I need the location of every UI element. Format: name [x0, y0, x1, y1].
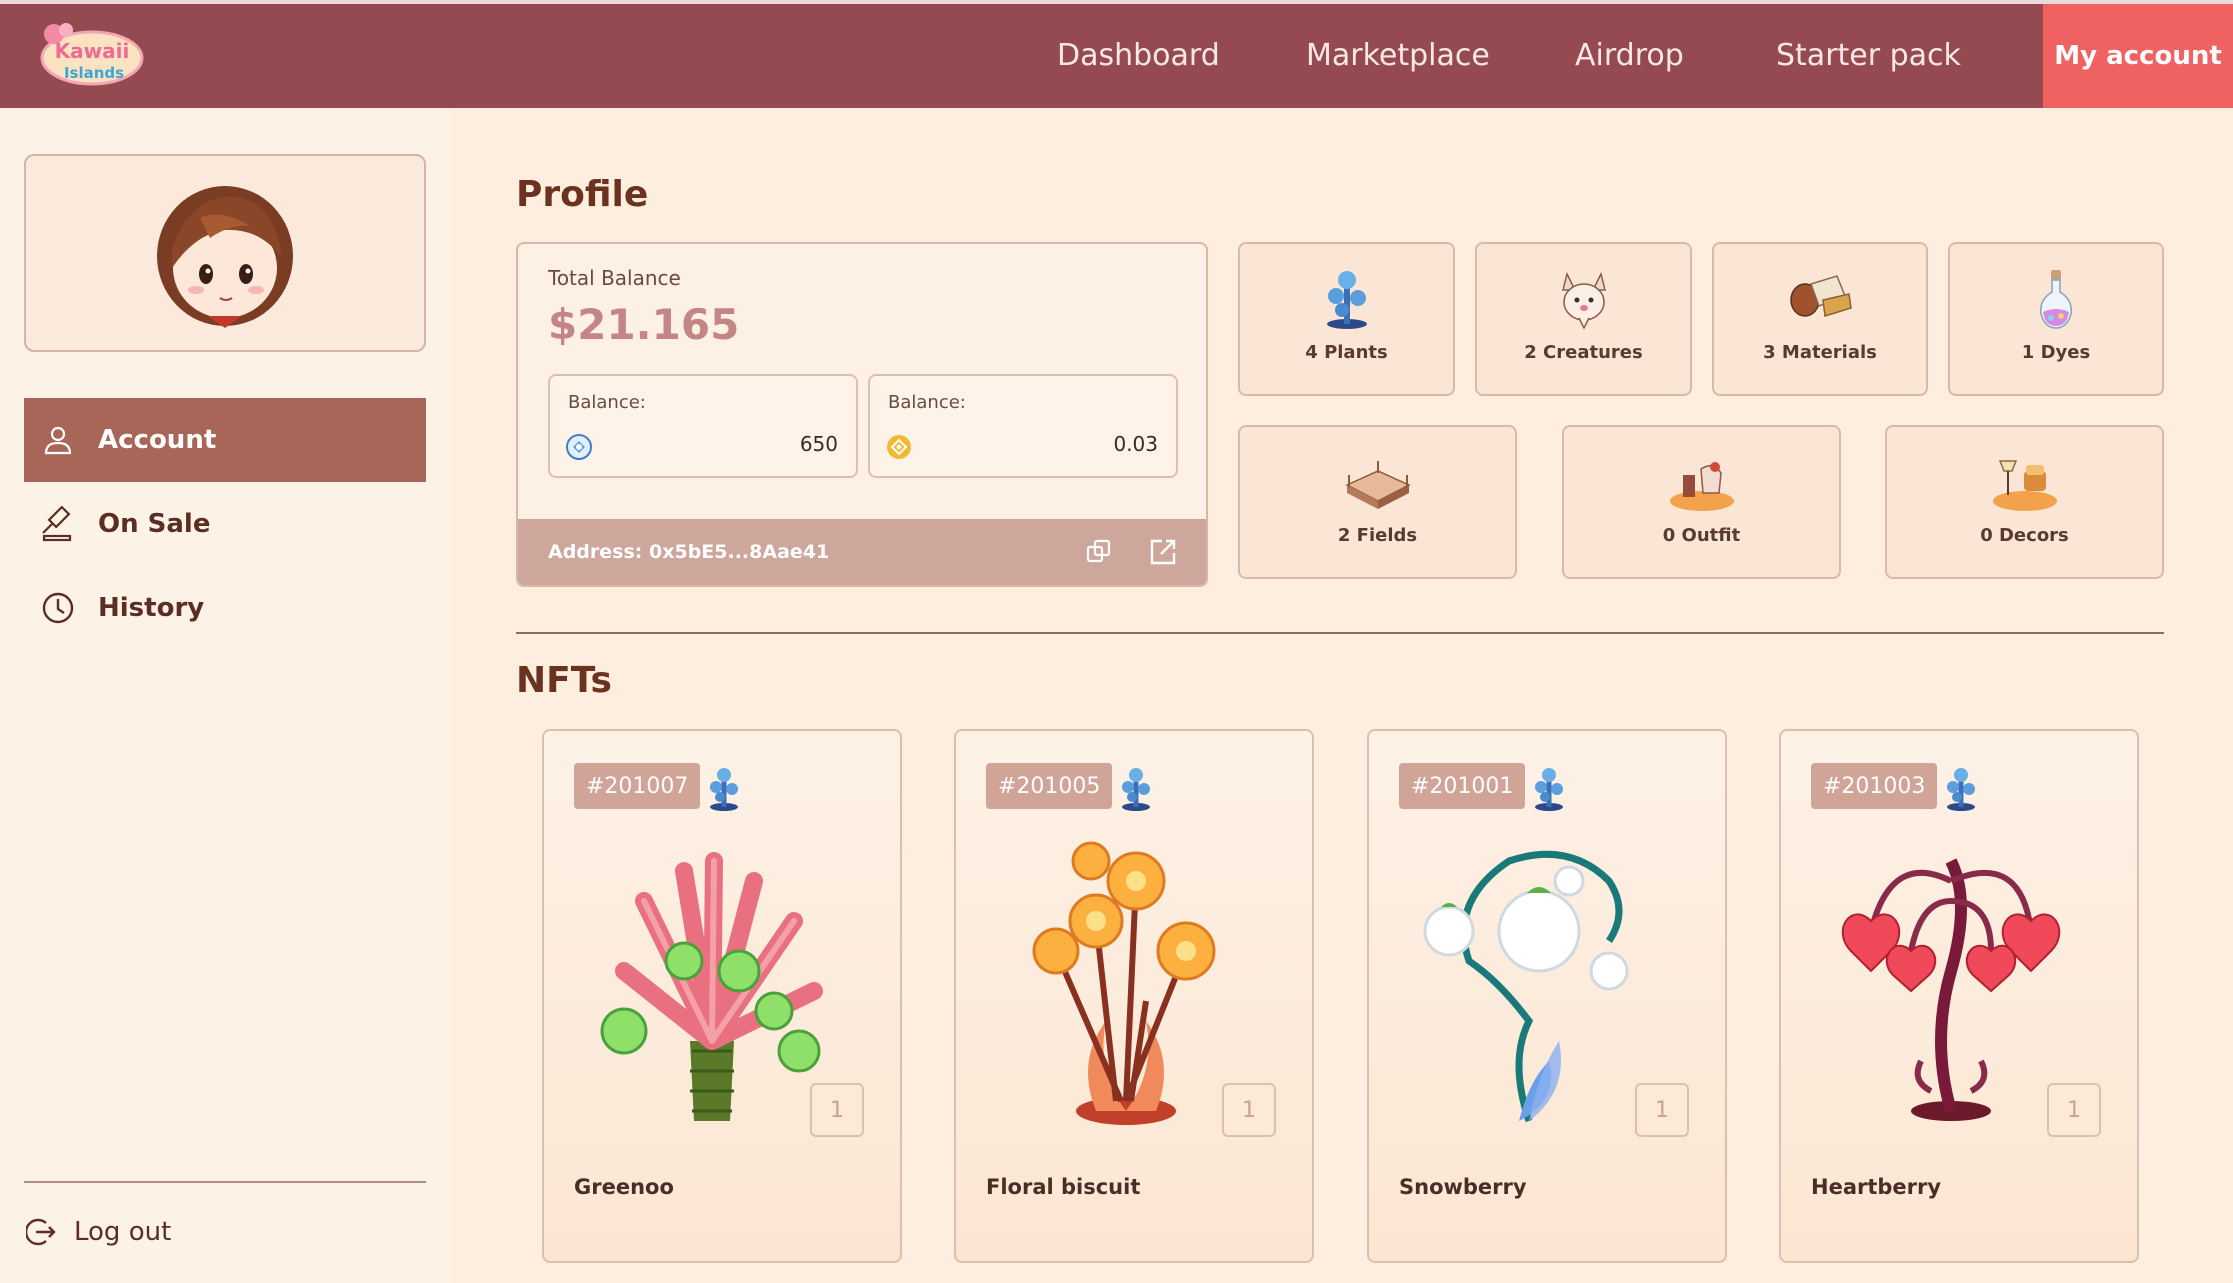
- plant-icon: [1326, 271, 1367, 329]
- sidebar: Account On Sale History Log out: [0, 108, 450, 1283]
- plant-type-icon: [1122, 768, 1150, 811]
- balance-label: Balance:: [888, 392, 966, 413]
- nfts-title: NFTs: [516, 660, 612, 701]
- nav-marketplace[interactable]: Marketplace: [1306, 38, 1490, 73]
- wallet-address: Address: 0x5bE5...8Aae41: [548, 541, 830, 563]
- nft-quantity: 1: [810, 1083, 864, 1137]
- nft-name: Greenoo: [574, 1175, 674, 1199]
- nft-name: Snowberry: [1399, 1175, 1527, 1199]
- sidebar-item-label: Account: [98, 425, 217, 455]
- creature-icon: [1561, 271, 1606, 330]
- plant-type-icon: [1535, 768, 1563, 811]
- total-balance-label: Total Balance: [548, 266, 681, 290]
- kwt-coin-icon: [566, 434, 592, 460]
- nft-name: Floral biscuit: [986, 1175, 1141, 1199]
- balance-value: 0.03: [1113, 432, 1158, 456]
- category-creatures[interactable]: 2 Creatures: [1475, 242, 1692, 396]
- category-label: 3 Materials: [1763, 342, 1877, 363]
- copy-icon[interactable]: [1084, 537, 1114, 567]
- sidebar-item-history[interactable]: History: [24, 566, 426, 650]
- balance-card: Total Balance $21.165 Balance: 650 Balan…: [516, 242, 1208, 587]
- heartberry-plant-image: [1841, 858, 2061, 1121]
- nav-dashboard[interactable]: Dashboard: [1057, 38, 1220, 73]
- logout-button[interactable]: Log out: [26, 1210, 171, 1254]
- nft-card[interactable]: #201001 1 Snowberry: [1367, 729, 1727, 1263]
- nft-quantity: 1: [1222, 1083, 1276, 1137]
- nft-id-badge: #201003: [1811, 763, 1938, 809]
- avatar: [157, 186, 293, 328]
- svg-text:Islands: Islands: [64, 64, 124, 82]
- sidebar-item-label: History: [98, 593, 205, 623]
- section-divider: [516, 632, 2164, 634]
- category-decors[interactable]: 0 Decors: [1885, 425, 2164, 579]
- address-bar: Address: 0x5bE5...8Aae41: [518, 519, 1206, 585]
- logout-label: Log out: [74, 1217, 172, 1247]
- balance-box-kwt: Balance: 650: [548, 374, 858, 478]
- outfit-icon: [1669, 462, 1734, 511]
- category-materials[interactable]: 3 Materials: [1712, 242, 1928, 396]
- nft-card[interactable]: #201007 1 Greenoo: [542, 729, 902, 1263]
- top-navigation-bar: Kawaii Islands Dashboard Marketplace Air…: [0, 0, 2233, 108]
- my-account-button[interactable]: My account: [2043, 4, 2233, 108]
- sidebar-item-on-sale[interactable]: On Sale: [24, 482, 426, 566]
- external-link-icon[interactable]: [1148, 537, 1178, 567]
- sidebar-item-label: On Sale: [98, 509, 211, 539]
- nft-name: Heartberry: [1811, 1175, 1942, 1199]
- sidebar-item-account[interactable]: Account: [24, 398, 426, 482]
- bnb-coin-icon: [887, 435, 911, 459]
- nft-id-badge: #201007: [574, 763, 701, 809]
- sidebar-divider: [24, 1181, 426, 1183]
- profile-title: Profile: [516, 174, 649, 215]
- field-icon: [1344, 461, 1411, 509]
- category-label: 2 Fields: [1337, 525, 1418, 546]
- balance-value: 650: [799, 432, 838, 456]
- nft-quantity: 1: [2047, 1083, 2101, 1137]
- nft-quantity: 1: [1635, 1083, 1689, 1137]
- category-dyes[interactable]: 1 Dyes: [1948, 242, 2164, 396]
- category-label: 1 Dyes: [2021, 342, 2091, 363]
- nav-starter-pack[interactable]: Starter pack: [1776, 38, 1961, 73]
- svg-text:Kawaii: Kawaii: [55, 39, 130, 63]
- nft-card[interactable]: #201005 1 Floral biscuit: [954, 729, 1314, 1263]
- clock-icon: [40, 590, 76, 626]
- category-label: 0 Outfit: [1662, 525, 1741, 546]
- gavel-icon: [40, 506, 76, 542]
- balance-label: Balance:: [568, 392, 646, 413]
- dye-potion-icon: [2039, 270, 2073, 329]
- kawaii-islands-logo[interactable]: Kawaii Islands: [36, 20, 148, 92]
- nft-card[interactable]: #201003 1 Heartberry: [1779, 729, 2139, 1263]
- plant-type-icon: [710, 768, 738, 811]
- decor-icon: [1992, 460, 2057, 511]
- category-label: 0 Decors: [1980, 525, 2069, 546]
- logout-icon: [26, 1216, 58, 1248]
- materials-icon: [1790, 275, 1852, 317]
- plant-type-icon: [1947, 768, 1975, 811]
- category-label: 4 Plants: [1305, 342, 1388, 363]
- floral-biscuit-plant-image: [1032, 841, 1216, 1125]
- nft-id-badge: #201005: [986, 763, 1113, 809]
- category-fields[interactable]: 2 Fields: [1238, 425, 1517, 579]
- category-outfit[interactable]: 0 Outfit: [1562, 425, 1841, 579]
- category-label: 2 Creatures: [1524, 342, 1643, 363]
- nft-id-badge: #201001: [1399, 763, 1526, 809]
- greenoo-plant-image: [600, 852, 823, 1121]
- user-icon: [40, 422, 76, 458]
- balance-box-bnb: Balance: 0.03: [868, 374, 1178, 478]
- nav-airdrop[interactable]: Airdrop: [1575, 38, 1684, 73]
- total-balance-value: $21.165: [548, 300, 740, 349]
- category-plants[interactable]: 4 Plants: [1238, 242, 1455, 396]
- snowberry-plant-image: [1423, 850, 1629, 1123]
- avatar-card: [24, 154, 426, 352]
